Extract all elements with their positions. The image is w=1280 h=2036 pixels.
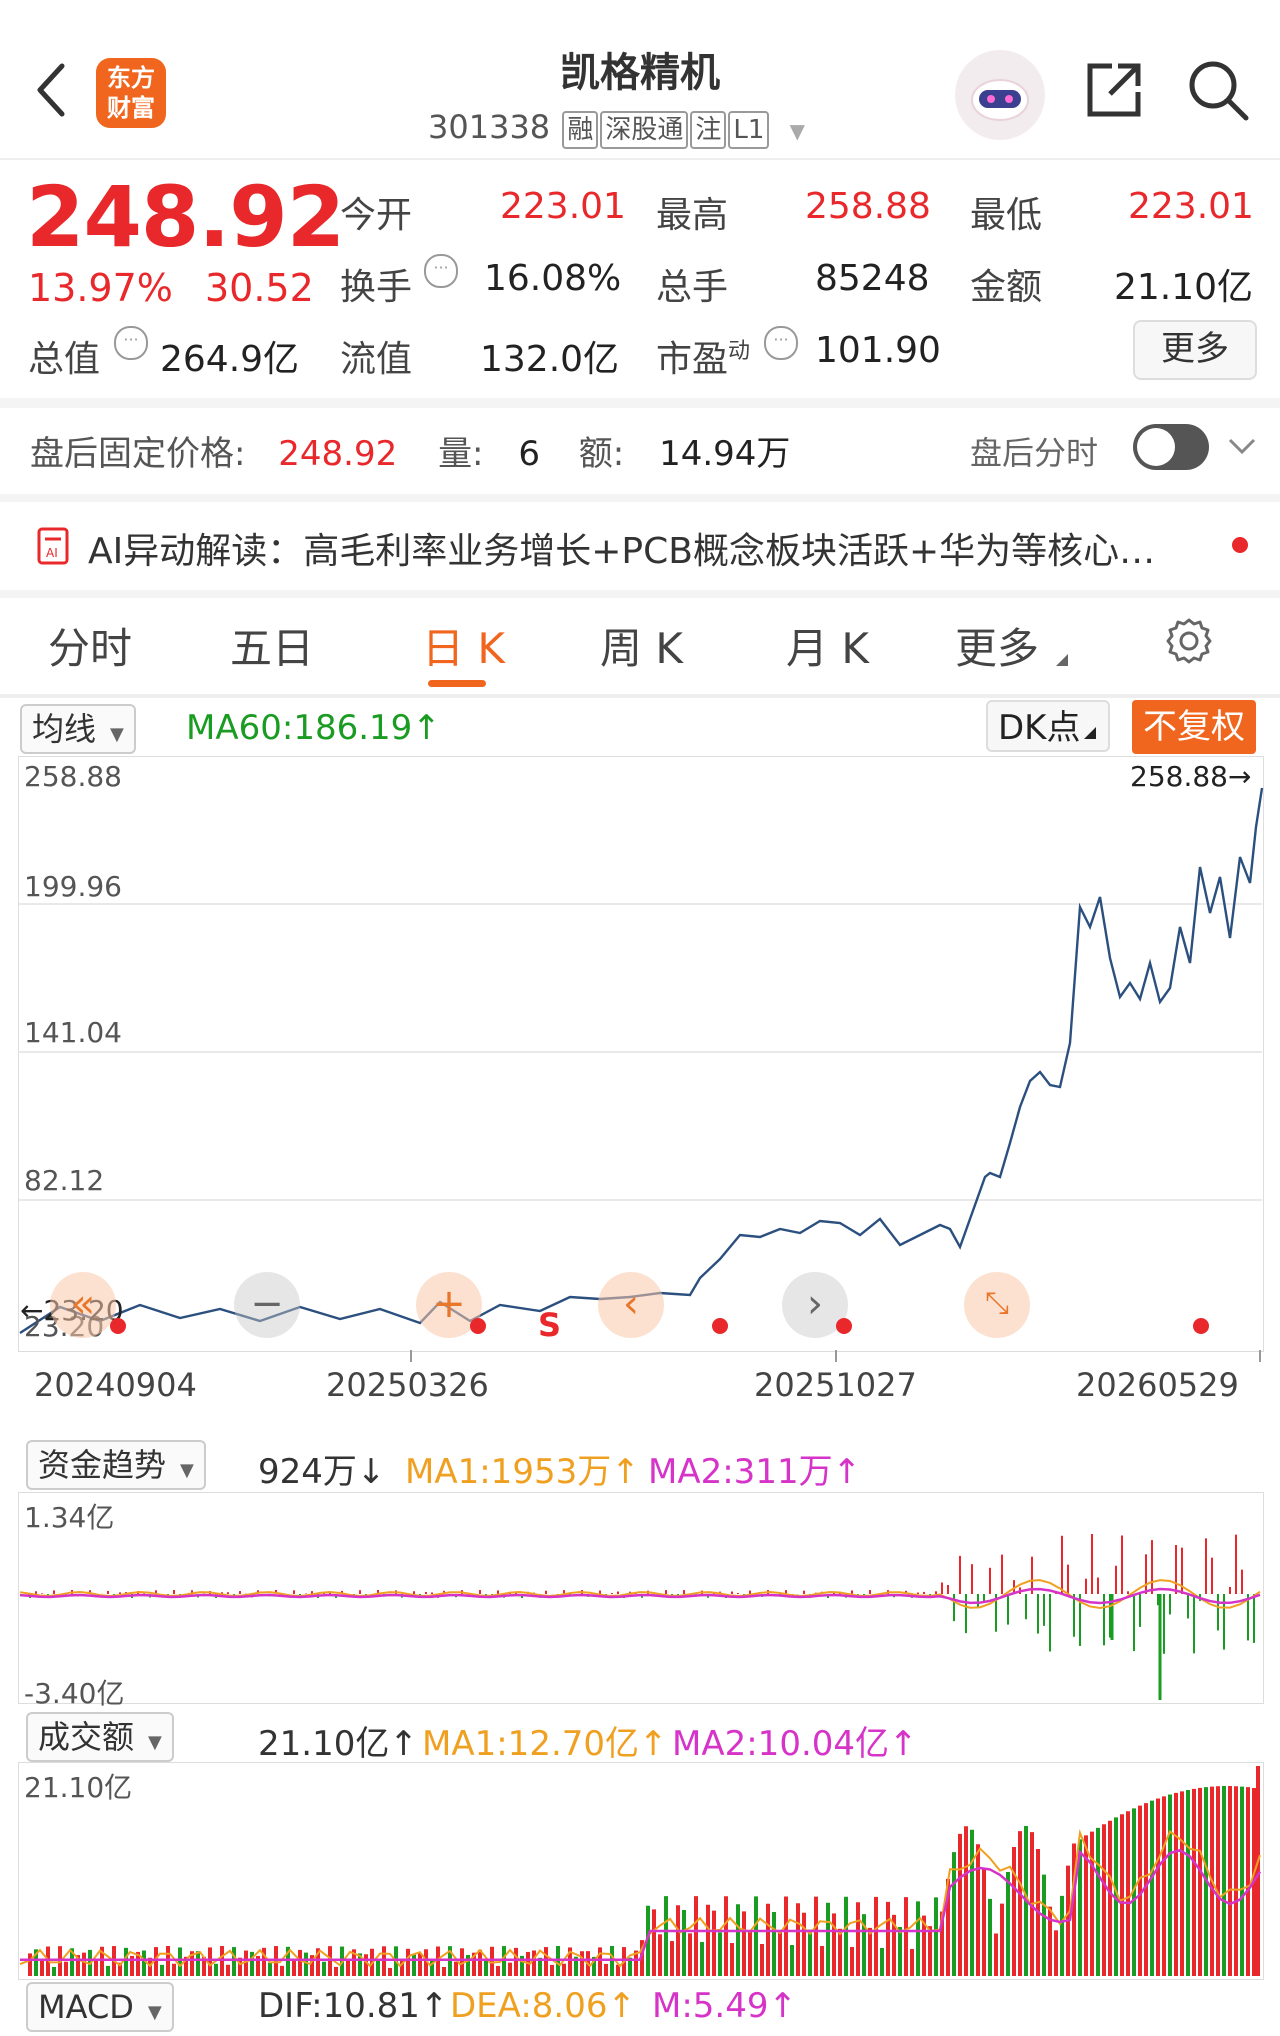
y-label-2: 199.96	[24, 870, 122, 903]
pan-left-button[interactable]: ‹	[598, 1272, 664, 1338]
zoom-out-button[interactable]: −	[234, 1272, 300, 1338]
fund-flow-chart[interactable]	[18, 1492, 1264, 1704]
y-label-max: 258.88	[24, 760, 122, 793]
fund-flow-ma1: MA1:1953万↑	[405, 1452, 640, 1492]
y-label-3: 141.04	[24, 1016, 122, 1049]
signal-dot	[712, 1318, 728, 1334]
turnover-top: 21.10亿	[24, 1771, 133, 1804]
fund-flow-bottom: -3.40亿	[24, 1677, 125, 1710]
x-label: 20250326	[326, 1366, 489, 1404]
shrink-left-button[interactable]: «	[50, 1272, 116, 1338]
macd-select[interactable]: MACD ▼	[26, 1982, 174, 2032]
turnover-ma2: MA2:10.04亿↑	[672, 1724, 918, 1764]
sell-signal: S	[538, 1306, 562, 1344]
fund-flow-select[interactable]: 资金趋势 ▼	[26, 1440, 206, 1490]
turnover-select[interactable]: 成交额 ▼	[26, 1712, 174, 1762]
turnover-value: 21.10亿↑	[258, 1724, 418, 1764]
turnover-ma1: MA1:12.70亿↑	[422, 1724, 668, 1764]
signal-dot	[110, 1318, 126, 1334]
macd-dif: DIF:10.81↑	[258, 1986, 449, 2026]
macd-dea: DEA:8.06↑	[450, 1986, 636, 2026]
y-label-4: 82.12	[24, 1164, 105, 1197]
x-label: 20240904	[34, 1366, 197, 1404]
x-label: 20260529	[1076, 1366, 1239, 1404]
fund-flow-top: 1.34亿	[24, 1501, 115, 1534]
price-line	[19, 787, 1264, 1335]
fund-flow-ma2: MA2:311万↑	[648, 1452, 862, 1492]
signal-dot	[836, 1318, 852, 1334]
turnover-chart[interactable]	[18, 1762, 1264, 1980]
signal-dot	[470, 1318, 486, 1334]
max-price-marker: 258.88→	[1130, 760, 1252, 793]
fund-flow-value: 924万↓	[258, 1452, 386, 1492]
macd-m: M:5.49↑	[652, 1986, 797, 2026]
x-label: 20251027	[754, 1366, 917, 1404]
signal-dot	[1193, 1318, 1209, 1334]
fullscreen-button[interactable]: ⤡	[964, 1272, 1030, 1338]
